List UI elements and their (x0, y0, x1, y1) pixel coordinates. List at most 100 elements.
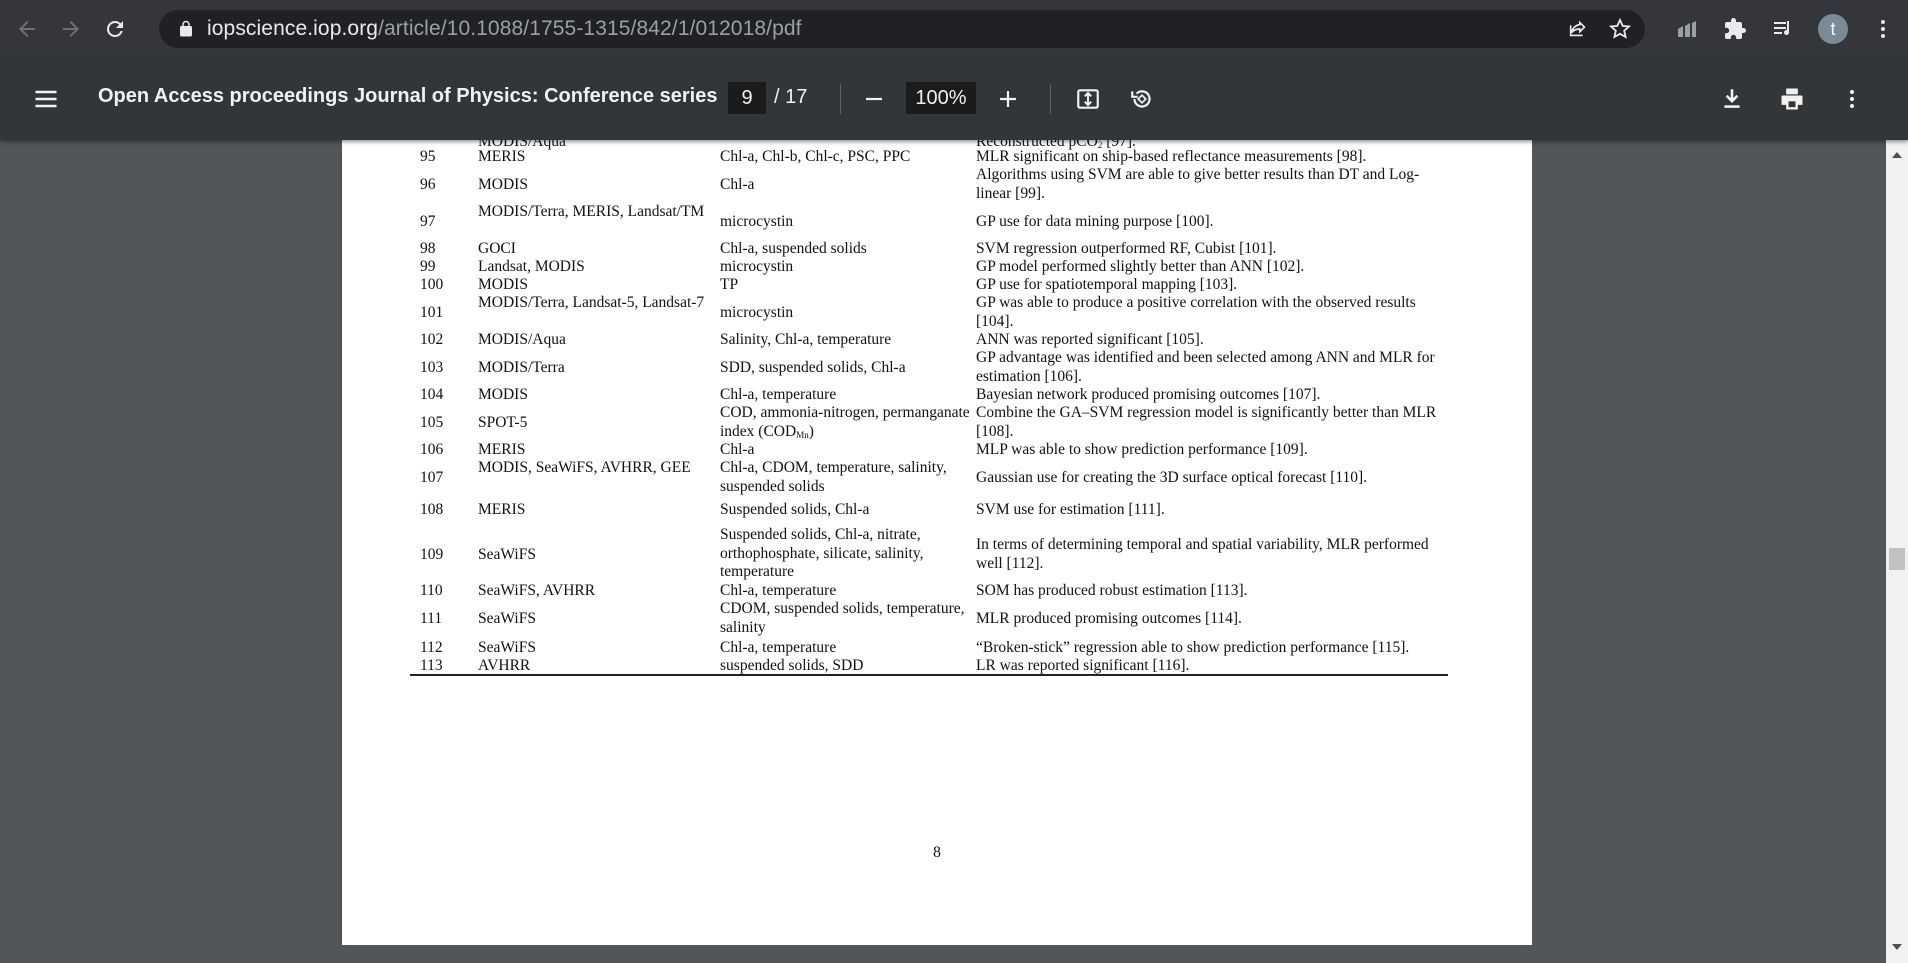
browser-toolbar: iopscience.iop.org/article/10.1088/1755-… (0, 0, 1908, 58)
parameter-cell: Chl-a, CDOM, temperature, salinity, susp… (720, 459, 947, 495)
pdf-page: MODIS/Aqua Reconstructed pCO2 [97]. 95 M… (342, 130, 1532, 945)
parameter-cell: Chl-a, suspended solids (720, 240, 867, 257)
row-number: 101 (420, 304, 444, 321)
parameter-cell: CDOM, suspended solids, temperature, sal… (720, 600, 965, 636)
bookmark-star-icon[interactable] (1607, 16, 1633, 42)
profile-avatar[interactable]: t (1818, 14, 1848, 44)
parameter-cell: Chl-a, temperature (720, 639, 837, 656)
note-cell: Gaussian use for creating the 3D surface… (976, 469, 1368, 486)
more-options-icon[interactable] (1838, 85, 1866, 113)
note-cell: GP use for spatiotemporal mapping [103]. (976, 276, 1238, 293)
parameter-cell: Chl-a, temperature (720, 582, 837, 599)
parameter-cell: microcystin (720, 258, 794, 275)
forward-button[interactable] (54, 12, 88, 46)
sensor-cell: MODIS/Aqua (478, 331, 566, 348)
sensor-cell: AVHRR (478, 657, 531, 674)
note-cell: Bayesian network produced promising outc… (976, 386, 1321, 403)
sensor-cell: MODIS/Terra, Landsat-5, Landsat-7 (478, 294, 705, 311)
row-number: 104 (420, 386, 444, 403)
parameter-cell: Salinity, Chl-a, temperature (720, 331, 892, 348)
pdf-menu-icon[interactable] (32, 85, 60, 113)
sensor-cell: MERIS (478, 148, 526, 165)
sensor-cell: Landsat, MODIS (478, 258, 585, 275)
print-icon[interactable] (1778, 85, 1806, 113)
parameter-cell: Chl-a, Chl-b, Chl-c, PSC, PPC (720, 148, 911, 165)
table-bottom-rule (410, 674, 1448, 676)
row-number: 96 (420, 176, 436, 193)
sensor-cell: MODIS/Terra, MERIS, Landsat/TM (478, 203, 705, 220)
scrollbar-thumb[interactable] (1889, 548, 1905, 570)
url-text: iopscience.iop.org/article/10.1088/1755-… (207, 17, 802, 41)
reading-list-icon[interactable] (1770, 16, 1796, 42)
url-path: /article/10.1088/1755-1315/842/1/012018/… (378, 17, 802, 40)
note-cell: GP use for data mining purpose [100]. (976, 213, 1214, 230)
page-number-footer: 8 (933, 844, 941, 861)
note-cell: Combine the GA–SVM regression model is s… (976, 404, 1437, 440)
url-host: iopscience.iop.org (207, 17, 379, 40)
parameter-cell: COD, ammonia-nitrogen, permanganate inde… (720, 404, 970, 440)
pdf-toolbar: Open Access proceedings Journal of Physi… (0, 58, 1908, 140)
reload-icon (106, 20, 123, 37)
row-number: 103 (420, 359, 444, 376)
share-icon[interactable] (1565, 16, 1591, 42)
parameter-cell: microcystin (720, 304, 794, 321)
forward-arrow-icon (63, 21, 79, 37)
row-number: 107 (420, 469, 444, 486)
row-number: 100 (420, 276, 444, 293)
note-cell: Algorithms using SVM are able to give be… (976, 166, 1420, 202)
row-number: 105 (420, 414, 444, 431)
fit-to-page-icon[interactable] (1074, 85, 1102, 113)
scroll-down-arrow-icon[interactable] (1890, 940, 1904, 952)
extension-chart-icon[interactable] (1674, 16, 1700, 42)
divider (1050, 84, 1051, 114)
sensor-cell: SeaWiFS (478, 546, 536, 563)
sensor-cell: SeaWiFS, AVHRR (478, 582, 596, 599)
note-cell: “Broken-stick” regression able to show p… (976, 639, 1410, 656)
row-number: 95 (420, 148, 436, 165)
note-cell: MLP was able to show prediction performa… (976, 441, 1308, 458)
row-number: 112 (420, 639, 443, 656)
note-cell: SVM regression outperformed RF, Cubist [… (976, 240, 1277, 257)
sensor-cell: MODIS, SeaWiFS, AVHRR, GEE (478, 459, 691, 476)
sensor-cell: GOCI (478, 240, 516, 257)
download-icon[interactable] (1718, 85, 1746, 113)
sensor-cell: MERIS (478, 501, 526, 518)
pdf-title: Open Access proceedings Journal of Physi… (98, 85, 718, 107)
parameter-cell: Chl-a (720, 441, 755, 458)
note-cell: MLR produced promising outcomes [114]. (976, 610, 1242, 627)
parameter-cell: suspended solids, SDD (720, 657, 864, 674)
rotate-icon[interactable] (1128, 85, 1156, 113)
row-number: 106 (420, 441, 444, 458)
row-number: 110 (420, 582, 443, 599)
row-number: 99 (420, 258, 436, 275)
note-cell: GP model performed slightly better than … (976, 258, 1305, 275)
note-cell: GP advantage was identified and been sel… (976, 349, 1435, 385)
extensions-puzzle-icon[interactable] (1722, 16, 1748, 42)
zoom-level-input[interactable]: 100% (906, 82, 976, 114)
reload-button[interactable] (98, 12, 132, 46)
parameter-cell: Chl-a, temperature (720, 386, 837, 403)
sensor-cell: MODIS (478, 276, 528, 293)
note-cell: LR was reported significant [116]. (976, 657, 1190, 674)
sensor-cell: MERIS (478, 441, 526, 458)
browser-menu-icon[interactable] (1870, 16, 1896, 42)
row-number: 109 (420, 546, 444, 563)
row-number: 102 (420, 331, 444, 348)
sensor-cell: SeaWiFS (478, 610, 536, 627)
parameter-cell: microcystin (720, 213, 794, 230)
zoom-out-icon[interactable] (860, 85, 888, 113)
scroll-up-arrow-icon[interactable] (1890, 148, 1904, 160)
parameter-cell: SDD, suspended solids, Chl-a (720, 359, 906, 376)
note-cell: SOM has produced robust estimation [113]… (976, 582, 1248, 599)
back-button[interactable] (10, 12, 44, 46)
note-cell: GP was able to produce a positive correl… (976, 294, 1416, 330)
lock-icon (177, 20, 195, 38)
zoom-in-icon[interactable] (994, 85, 1022, 113)
sensor-cell: MODIS (478, 386, 528, 403)
sensor-cell: MODIS/Terra (478, 359, 565, 376)
address-bar[interactable]: iopscience.iop.org/article/10.1088/1755-… (159, 10, 1645, 48)
note-cell: ANN was reported significant [105]. (976, 331, 1204, 348)
row-number: 108 (420, 501, 444, 518)
page-number-input[interactable]: 9 (728, 82, 766, 114)
parameter-cell: TP (720, 276, 739, 293)
